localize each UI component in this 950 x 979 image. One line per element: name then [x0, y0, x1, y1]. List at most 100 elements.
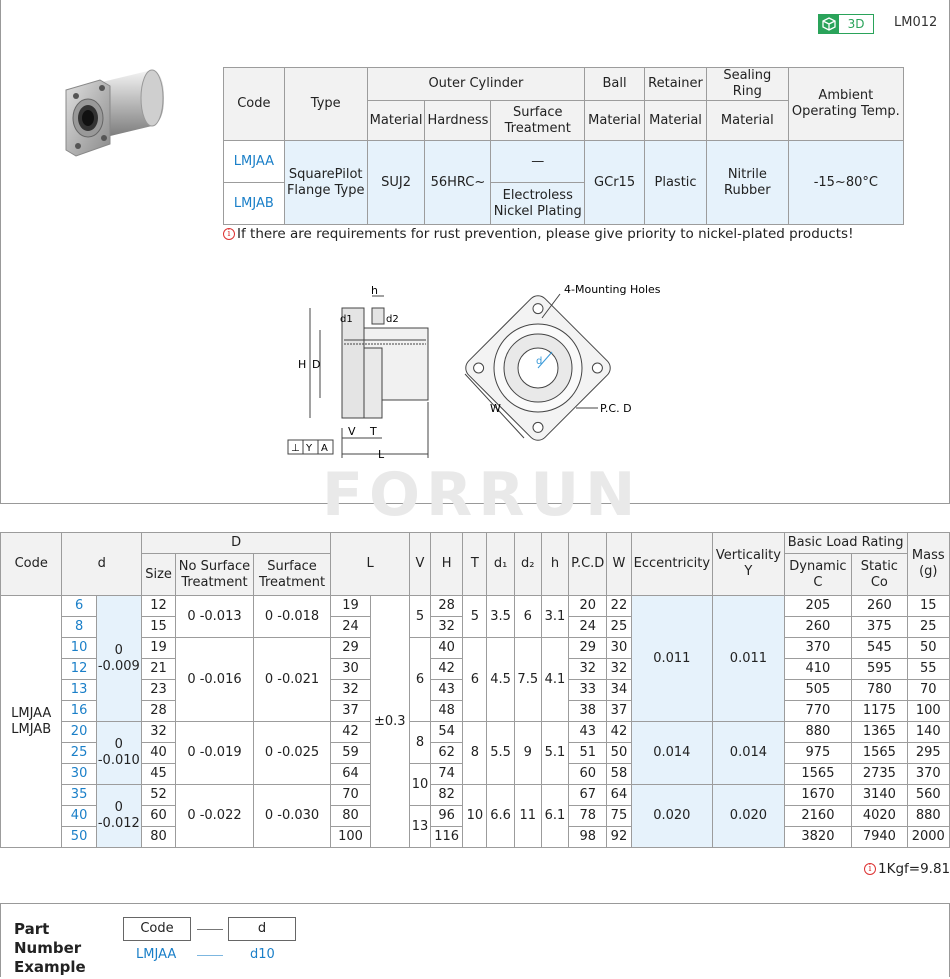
size-value: 60 [140, 805, 177, 827]
size-value: 12 [140, 595, 177, 617]
d-value[interactable]: 10 [61, 637, 97, 659]
size-value: 80 [140, 826, 177, 848]
d-tolerance: 0 -0.009 [95, 595, 142, 722]
label-Y: Y [305, 443, 313, 454]
verticality: 0.020 [712, 784, 785, 848]
pcd-value: 43 [568, 721, 608, 743]
col-hardness: Hardness [424, 100, 492, 141]
info-icon: i [864, 863, 876, 875]
size-value: 21 [140, 658, 177, 680]
d-value[interactable]: 20 [61, 721, 97, 743]
label-D: D [312, 358, 320, 371]
surface-tol: 0 -0.018 [252, 595, 332, 638]
ball-cell: GCr15 [584, 140, 646, 225]
d-value[interactable]: 35 [61, 784, 97, 806]
mass-value: 880 [906, 805, 950, 827]
W-value: 34 [606, 679, 632, 701]
h-d1: d₁ [486, 532, 515, 596]
kgf-note: i 1Kgf=9.81N [864, 861, 950, 877]
technical-drawing: h d1 d2 H D V T L ⊥ Y A d 4-Mounting Hol… [287, 283, 661, 461]
H-value: 54 [430, 721, 464, 743]
mass-value: 25 [906, 616, 950, 638]
H-value: 43 [430, 679, 464, 701]
dynamic-value: 260 [783, 616, 853, 638]
size-value: 45 [140, 763, 177, 785]
static-value: 595 [851, 658, 908, 680]
h-value: 4.1 [540, 637, 570, 722]
d-value[interactable]: 6 [61, 595, 97, 617]
d2-value: 11 [513, 784, 542, 848]
d1-value: 4.5 [486, 637, 515, 722]
mass-value: 70 [906, 679, 950, 701]
pn-dash-value [197, 955, 223, 956]
3d-view-button[interactable]: 3D [818, 14, 874, 34]
dynamic-value: 505 [783, 679, 853, 701]
h-dyn: Dynamic C [783, 553, 853, 596]
sealing-cell: Nitrile Rubber [706, 140, 789, 225]
size-value: 15 [140, 616, 177, 638]
d-tolerance: 0 -0.012 [95, 784, 142, 848]
pn-code-value: LMJAA [136, 947, 177, 962]
surface-cell-b: Electroless Nickel Plating [490, 182, 586, 225]
d-value[interactable]: 40 [61, 805, 97, 827]
d-value[interactable]: 30 [61, 763, 97, 785]
col-outer-cylinder: Outer Cylinder [366, 67, 586, 101]
surface-cell-a: — [490, 140, 586, 183]
static-value: 780 [851, 679, 908, 701]
d-value[interactable]: 50 [61, 826, 97, 848]
eccentricity: 0.020 [630, 784, 714, 848]
d-value[interactable]: 25 [61, 742, 97, 764]
h-L: L [330, 532, 410, 596]
label-d: d [536, 356, 542, 367]
pcd-value: 60 [568, 763, 608, 785]
pcd-value: 20 [568, 595, 608, 617]
h-T: T [462, 532, 488, 596]
surface-tol: 0 -0.021 [252, 637, 332, 722]
label-V: V [348, 425, 356, 438]
W-value: 30 [606, 637, 632, 659]
h-d: d [61, 532, 142, 596]
T-value: 10 [462, 784, 488, 848]
material-cell: SUJ2 [366, 140, 426, 225]
H-value: 116 [430, 826, 464, 848]
H-value: 74 [430, 763, 464, 785]
L-value: 100 [330, 826, 371, 848]
col-sealing-material: Material [706, 100, 789, 141]
col-ambient: Ambient Operating Temp. [787, 67, 905, 141]
type-cell: SquarePilot Flange Type [283, 140, 368, 225]
h-H: H [430, 532, 464, 596]
h-ecc: Eccentricity [630, 532, 714, 596]
pcd-value: 67 [568, 784, 608, 806]
col-code: Code [223, 67, 285, 141]
d-value[interactable]: 8 [61, 616, 97, 638]
label-H: H [298, 358, 306, 371]
h-V: V [408, 532, 432, 596]
d-value[interactable]: 13 [61, 679, 97, 701]
h-vert: Verticality Y [712, 532, 785, 596]
d-value[interactable]: 16 [61, 700, 97, 722]
3d-label: 3D [847, 17, 865, 31]
L-value: 30 [330, 658, 371, 680]
spec-table: Code d D L V H T d₁ d₂ h P.C.D W Eccentr… [0, 532, 950, 848]
code-lmjab[interactable]: LMJAB [223, 182, 285, 225]
label-d1: d1 [340, 314, 353, 325]
code-lmjaa[interactable]: LMJAA [223, 140, 285, 183]
no-surface-tol: 0 -0.022 [175, 784, 254, 848]
W-value: 37 [606, 700, 632, 722]
W-value: 64 [606, 784, 632, 806]
mass-value: 15 [906, 595, 950, 617]
dynamic-value: 2160 [783, 805, 853, 827]
d1-value: 5.5 [486, 721, 515, 785]
L-value: 59 [330, 742, 371, 764]
col-retainer: Retainer [644, 67, 707, 101]
label-mounting-holes: 4-Mounting Holes [564, 283, 661, 296]
size-value: 52 [140, 784, 177, 806]
d-value[interactable]: 12 [61, 658, 97, 680]
W-value: 32 [606, 658, 632, 680]
pn-d-box: d [228, 917, 296, 941]
h-basic: Basic Load Rating [783, 532, 908, 554]
H-value: 48 [430, 700, 464, 722]
static-value: 260 [851, 595, 908, 617]
product-image [65, 69, 164, 157]
dynamic-value: 370 [783, 637, 853, 659]
